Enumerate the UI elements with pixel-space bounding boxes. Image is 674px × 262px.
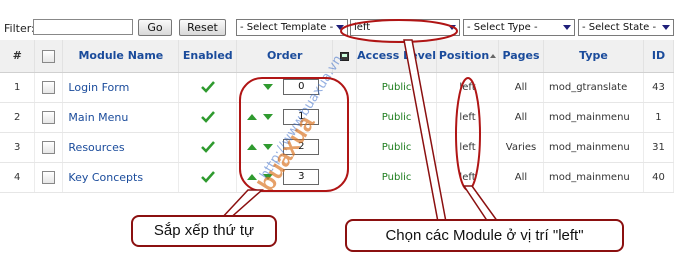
left-callout-pointer	[462, 185, 500, 223]
order-highlight-oval	[239, 77, 349, 192]
left-position-callout: Chọn các Module ở vị trí "left"	[345, 219, 624, 252]
order-callout: Sắp xếp thứ tự	[131, 215, 277, 247]
left-position-highlight-oval	[455, 77, 481, 191]
position-filter-highlight-oval	[340, 19, 458, 43]
position-callout-pointer	[403, 39, 447, 223]
